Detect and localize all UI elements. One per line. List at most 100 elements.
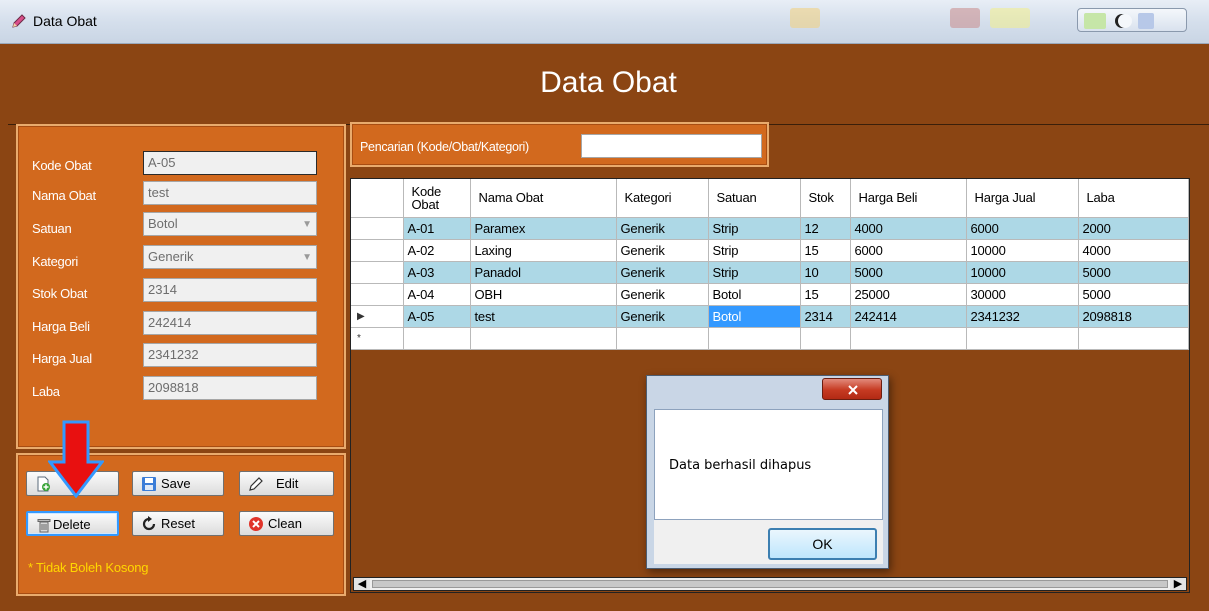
table-row-current[interactable]: ▶ A-05 test Generik Botol 2314 242414 23… (351, 305, 1189, 328)
grid-cell-selected[interactable]: Botol (708, 305, 801, 328)
column-header[interactable]: Stok (800, 179, 851, 218)
grid-cell[interactable]: 5000 (1078, 283, 1189, 306)
grid-cell-empty[interactable] (616, 327, 709, 350)
clean-button[interactable]: Clean (239, 511, 334, 536)
row-header[interactable] (351, 283, 404, 306)
grid-cell-empty[interactable] (850, 327, 967, 350)
row-header[interactable] (351, 239, 404, 262)
grid-cell[interactable]: OBH (470, 283, 617, 306)
form-title: Data Obat (540, 66, 677, 99)
row-header[interactable] (351, 217, 404, 240)
harga-beli-field[interactable]: 242414 (143, 311, 317, 335)
save-button[interactable]: Save (132, 471, 224, 496)
table-row[interactable]: A-01 Paramex Generik Strip 12 4000 6000 … (351, 217, 1189, 240)
grid-cell[interactable]: Strip (708, 217, 801, 240)
kode-obat-field[interactable]: A-05 (143, 151, 317, 175)
grid-cell[interactable]: Panadol (470, 261, 617, 284)
grid-cell[interactable]: 10000 (966, 261, 1079, 284)
laba-field[interactable]: 2098818 (143, 376, 317, 400)
grid-cell[interactable]: 2098818 (1078, 305, 1189, 328)
horizontal-scrollbar[interactable]: ◀ ▶ (353, 577, 1187, 591)
edit-button[interactable]: Edit (239, 471, 334, 496)
harga-jual-label: Harga Jual (32, 351, 92, 366)
current-row-marker[interactable]: ▶ (351, 305, 404, 328)
nama-obat-field[interactable]: test (143, 181, 317, 205)
grid-cell[interactable]: 2000 (1078, 217, 1189, 240)
grid-cell[interactable]: 15 (800, 283, 851, 306)
grid-cell[interactable]: A-02 (403, 239, 471, 262)
grid-cell[interactable]: 15 (800, 239, 851, 262)
grid-cell[interactable]: Laxing (470, 239, 617, 262)
chevron-down-icon[interactable]: ▼ (302, 249, 312, 267)
grid-cell[interactable]: Strip (708, 261, 801, 284)
scroll-right-icon[interactable]: ▶ (1170, 578, 1186, 590)
grid-cell-empty[interactable] (470, 327, 617, 350)
stok-obat-field[interactable]: 2314 (143, 278, 317, 302)
laba-label: Laba (32, 384, 60, 399)
grid-cell[interactable]: Generik (616, 217, 709, 240)
grid-cell[interactable]: 30000 (966, 283, 1079, 306)
grid-cell[interactable]: Generik (616, 305, 709, 328)
column-header[interactable]: Laba (1078, 179, 1189, 218)
grid-cell-empty[interactable] (708, 327, 801, 350)
satuan-select[interactable]: Botol ▼ (143, 212, 317, 236)
grid-cell[interactable]: 25000 (850, 283, 967, 306)
grid-cell[interactable]: Generik (616, 239, 709, 262)
dialog-message: Data berhasil dihapus (669, 458, 812, 473)
delete-label: Delete (53, 517, 91, 532)
scrollbar-thumb[interactable] (372, 580, 1168, 588)
grid-cell[interactable]: test (470, 305, 617, 328)
grid-cell[interactable]: 6000 (850, 239, 967, 262)
table-row-new[interactable]: * (351, 327, 1189, 350)
app-pencil-icon (12, 14, 26, 28)
grid-cell[interactable]: Botol (708, 283, 801, 306)
column-header[interactable]: Kode Obat (403, 179, 471, 218)
grid-cell[interactable]: Strip (708, 239, 801, 262)
ok-button[interactable]: OK (768, 528, 877, 560)
scroll-left-icon[interactable]: ◀ (354, 578, 370, 590)
grid-cell[interactable]: 10 (800, 261, 851, 284)
window-controls[interactable] (1077, 8, 1187, 32)
column-header[interactable]: Harga Jual (966, 179, 1079, 218)
column-header[interactable]: Harga Beli (850, 179, 967, 218)
grid-cell-empty[interactable] (1078, 327, 1189, 350)
grid-cell[interactable]: 5000 (1078, 261, 1189, 284)
grid-cell[interactable]: 242414 (850, 305, 967, 328)
grid-cell[interactable]: A-05 (403, 305, 471, 328)
save-label: Save (161, 476, 191, 491)
grid-cell-empty[interactable] (966, 327, 1079, 350)
pencil-icon (249, 477, 263, 491)
grid-cell[interactable]: 2314 (800, 305, 851, 328)
column-header[interactable]: Satuan (708, 179, 801, 218)
grid-cell[interactable]: 6000 (966, 217, 1079, 240)
new-row-marker[interactable]: * (351, 327, 404, 350)
dialog-close-button[interactable] (822, 378, 882, 400)
reset-button[interactable]: Reset (132, 511, 224, 536)
grid-cell[interactable]: A-04 (403, 283, 471, 306)
grid-cell[interactable]: Paramex (470, 217, 617, 240)
grid-cell[interactable]: 2341232 (966, 305, 1079, 328)
grid-cell[interactable]: 4000 (850, 217, 967, 240)
grid-cell[interactable]: 5000 (850, 261, 967, 284)
column-header[interactable]: Kategori (616, 179, 709, 218)
table-row[interactable]: A-02 Laxing Generik Strip 15 6000 10000 … (351, 239, 1189, 262)
grid-cell[interactable]: Generik (616, 283, 709, 306)
table-row[interactable]: A-03 Panadol Generik Strip 10 5000 10000… (351, 261, 1189, 284)
grid-cell[interactable]: A-03 (403, 261, 471, 284)
chevron-down-icon[interactable]: ▼ (302, 216, 312, 234)
satuan-label: Satuan (32, 221, 72, 236)
grid-cell-empty[interactable] (403, 327, 471, 350)
grid-cell[interactable]: A-01 (403, 217, 471, 240)
kategori-select[interactable]: Generik ▼ (143, 245, 317, 269)
table-row[interactable]: A-04 OBH Generik Botol 15 25000 30000 50… (351, 283, 1189, 306)
grid-cell[interactable]: 12 (800, 217, 851, 240)
grid-cell[interactable]: 4000 (1078, 239, 1189, 262)
grid-cell[interactable]: Generik (616, 261, 709, 284)
search-input[interactable] (581, 134, 762, 158)
delete-button[interactable]: Delete (26, 511, 119, 536)
grid-cell-empty[interactable] (800, 327, 851, 350)
row-header[interactable] (351, 261, 404, 284)
column-header[interactable]: Nama Obat (470, 179, 617, 218)
grid-cell[interactable]: 10000 (966, 239, 1079, 262)
harga-jual-field[interactable]: 2341232 (143, 343, 317, 367)
